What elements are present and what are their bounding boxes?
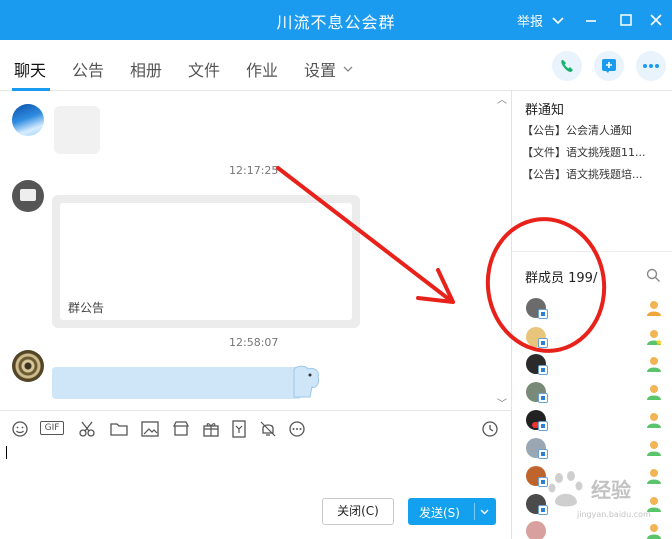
avatar[interactable] <box>12 350 44 382</box>
gif-icon[interactable]: GIF <box>40 420 66 438</box>
avatar[interactable] <box>12 104 44 136</box>
close-icon[interactable] <box>646 10 666 30</box>
shop-icon[interactable] <box>171 420 191 438</box>
member-row[interactable] <box>512 380 672 407</box>
device-badge-icon <box>538 309 548 319</box>
scissors-icon[interactable] <box>77 420 97 438</box>
admin-icon <box>647 330 663 346</box>
device-badge-icon <box>538 338 548 348</box>
bubble-decoration-icon <box>293 365 319 398</box>
member-row[interactable] <box>512 325 672 352</box>
device-badge-icon <box>538 449 548 459</box>
add-app-button[interactable] <box>594 51 624 81</box>
send-button[interactable]: 发送(S) <box>408 498 496 525</box>
device-badge-icon <box>538 365 548 375</box>
tab-announcement[interactable]: 公告 <box>72 57 104 81</box>
maximize-icon[interactable] <box>616 10 636 30</box>
bell-icon[interactable] <box>258 420 278 438</box>
phone-icon <box>561 60 573 72</box>
member-icon <box>647 357 661 372</box>
watermark-url: jingyan.baidu.com <box>577 510 651 519</box>
title-bar: 川流不息公会群 举报 <box>0 0 672 40</box>
member-icon <box>647 413 661 428</box>
minimize-icon[interactable] <box>581 10 601 30</box>
message-timestamp: 12:17:25 <box>229 164 279 177</box>
member-row[interactable] <box>512 296 672 323</box>
send-button-label: 发送(S) <box>419 506 460 520</box>
clock-icon[interactable] <box>480 420 500 438</box>
avatar[interactable] <box>12 180 44 212</box>
voice-call-button[interactable] <box>552 51 582 81</box>
emoji-icon[interactable] <box>10 420 30 438</box>
message-bubble[interactable] <box>52 367 302 399</box>
message-input[interactable] <box>0 446 511 539</box>
tab-chat[interactable]: 聊天 <box>14 57 46 81</box>
ellipsis-icon <box>643 64 659 68</box>
folder-icon[interactable] <box>109 420 129 438</box>
tab-settings[interactable]: 设置 <box>304 57 336 81</box>
window-title: 川流不息公会群 <box>276 13 396 32</box>
search-icon[interactable] <box>646 268 661 283</box>
announcement-card[interactable]: 群公告 <box>60 203 352 320</box>
watermark-text: 经验 <box>591 478 631 502</box>
report-button[interactable]: 举报 <box>517 11 543 30</box>
notice-item[interactable]: 【公告】语文挑残题培... <box>522 166 670 182</box>
qq-group-chat-window: { "window": { "title": "川流不息公会群", "repor… <box>0 0 672 539</box>
send-button-divider <box>474 503 475 520</box>
more-button[interactable] <box>636 51 666 81</box>
input-toolbar: GIF <box>0 410 511 446</box>
device-badge-icon <box>538 421 548 431</box>
member-row[interactable] <box>512 408 672 435</box>
member-row[interactable] <box>512 436 672 463</box>
paw-logo-icon <box>548 471 583 507</box>
scroll-down-icon[interactable]: ﹀ <box>497 395 507 410</box>
member-icon <box>647 441 661 456</box>
message-bubble[interactable] <box>54 106 100 154</box>
tab-album[interactable]: 相册 <box>130 57 162 81</box>
doc-icon[interactable] <box>229 420 249 438</box>
gift-icon[interactable] <box>201 420 221 438</box>
member-icon <box>647 385 661 400</box>
announcement-card-label: 群公告 <box>68 301 105 315</box>
tab-files[interactable]: 文件 <box>188 57 220 81</box>
member-row[interactable] <box>512 352 672 379</box>
members-title: 群成员 199/ <box>525 271 598 286</box>
scroll-up-icon[interactable]: ︿ <box>497 91 507 106</box>
image-icon[interactable] <box>140 420 160 438</box>
device-badge-icon <box>538 393 548 403</box>
baidu-jingyan-watermark: 经验 jingyan.baidu.com <box>547 470 665 525</box>
tab-bar: 聊天 公告 相册 文件 作业 设置 <box>0 40 672 91</box>
chat-history[interactable]: 12:17:25 群公告 12:58:07 ︿ ﹀ <box>0 91 511 410</box>
tab-homework[interactable]: 作业 <box>246 57 278 81</box>
close-button[interactable]: 关闭(C) <box>322 498 394 525</box>
chevron-down-icon[interactable] <box>548 10 568 30</box>
owner-icon <box>647 301 661 316</box>
avatar <box>526 521 546 539</box>
add-square-icon <box>602 59 616 73</box>
more-circle-icon[interactable] <box>287 420 307 438</box>
text-caret <box>6 446 7 459</box>
chevron-down-icon[interactable] <box>479 506 490 517</box>
announcement-message-bubble[interactable]: 群公告 <box>52 195 360 328</box>
panel-divider <box>512 251 672 252</box>
chevron-down-icon[interactable] <box>342 63 354 75</box>
group-notice-title: 群通知 <box>525 103 565 118</box>
notice-item[interactable]: 【公告】公会清人通知 <box>522 122 670 138</box>
message-timestamp: 12:58:07 <box>229 336 279 349</box>
notice-item[interactable]: 【文件】语文挑残题11... <box>522 144 670 160</box>
